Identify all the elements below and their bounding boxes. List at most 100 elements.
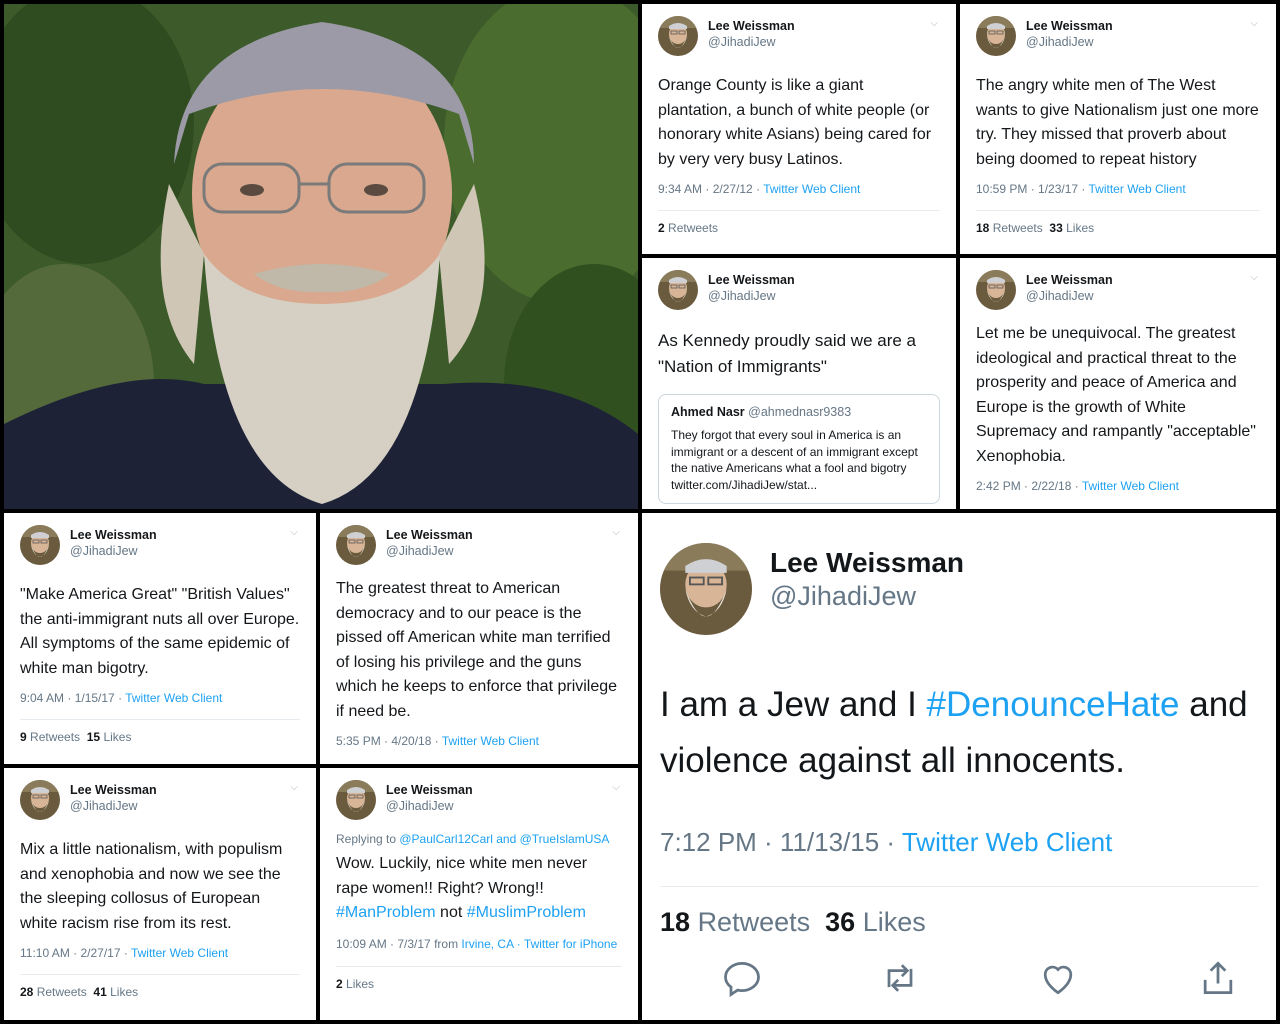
chevron-down-icon[interactable]: ⌵ (290, 782, 298, 793)
timestamp: 9:34 AM · 2/27/12 · (658, 182, 764, 196)
author-handle[interactable]: @JihadiJew (1026, 289, 1094, 303)
reply-icon[interactable] (720, 956, 764, 1000)
author-name[interactable]: Lee Weissman (708, 273, 795, 287)
retweet-label: Retweets (992, 221, 1043, 235)
timestamp: 10:59 PM · 1/23/17 · (976, 182, 1089, 196)
avatar[interactable] (336, 780, 376, 820)
reply-prefix: Replying to (336, 832, 400, 846)
author-name[interactable]: Lee Weissman (1026, 19, 1113, 33)
tweet-meta: 9:04 AM · 1/15/17 · Twitter Web Client (20, 691, 300, 705)
author-handle[interactable]: @JihadiJew (708, 289, 776, 303)
tweet-card-2[interactable]: Lee Weissman @JihadiJew ⌵ The angry whit… (960, 4, 1276, 254)
tweet-text: The angry white men of The West wants to… (976, 77, 1259, 168)
like-count: 2 (336, 976, 343, 991)
author-name[interactable]: Lee Weissman (386, 783, 473, 797)
tweet-header: Lee Weissman @JihadiJew (660, 543, 1258, 631)
retweet-icon[interactable] (878, 956, 922, 1000)
avatar[interactable] (976, 16, 1016, 56)
avatar[interactable] (336, 525, 376, 565)
avatar[interactable] (658, 270, 698, 310)
retweet-label: Retweets (697, 907, 811, 937)
quote-handle: @ahmednasr9383 (748, 405, 852, 419)
client-link[interactable]: Twitter Web Client (442, 734, 539, 748)
client-link[interactable]: Twitter Web Client (763, 182, 860, 196)
client-link[interactable]: Twitter Web Client (1082, 479, 1179, 493)
like-count: 15 (86, 730, 101, 744)
tweet-text-start: I am a Jew and I (660, 685, 927, 724)
retweet-count: 18 (976, 221, 990, 235)
tweet-card-1[interactable]: Lee Weissman @JihadiJew ⌵ Orange County … (642, 4, 956, 254)
tweet-card-6[interactable]: Lee Weissman @JihadiJew ⌵ The greatest t… (320, 513, 638, 764)
avatar[interactable] (976, 270, 1016, 310)
author-handle[interactable]: @JihadiJew (70, 544, 138, 558)
tweet-text-main: Wow. Luckily, nice white men never rape … (336, 855, 588, 897)
quoted-tweet[interactable]: Ahmed Nasr @ahmednasr9383 They forgot th… (658, 394, 940, 504)
client-link[interactable]: Twitter Web Client (125, 691, 222, 705)
tweet-text: Wow. Luckily, nice white men never rape … (336, 852, 622, 926)
author-handle[interactable]: @JihadiJew (1026, 35, 1094, 49)
author-handle[interactable]: @JihadiJew (70, 799, 138, 813)
timestamp: 10:09 AM · 7/3/17 from (336, 936, 462, 951)
tweet-text: The greatest threat to American democrac… (336, 580, 618, 720)
author-name[interactable]: Lee Weissman (1026, 273, 1113, 287)
chevron-down-icon[interactable]: ⌵ (1250, 18, 1258, 29)
tweet-text-mid: not (435, 904, 467, 921)
avatar[interactable] (658, 16, 698, 56)
location-link[interactable]: Irvine, CA (461, 937, 513, 951)
tweet-header: Lee Weissman @JihadiJew ⌵ (336, 780, 622, 824)
author-handle[interactable]: @JihadiJew (386, 544, 454, 558)
tweet-stats[interactable]: 2 Retweets (658, 211, 940, 235)
tweet-card-5[interactable]: Lee Weissman @JihadiJew ⌵ "Make America … (4, 513, 316, 764)
reply-context: Replying to @PaulCarl12Carl and @TrueIsl… (336, 832, 622, 846)
chevron-down-icon[interactable]: ⌵ (1250, 272, 1258, 283)
tweet-header: Lee Weissman @JihadiJew (658, 270, 940, 314)
author-handle[interactable]: @JihadiJew (386, 799, 454, 813)
author-handle[interactable]: @JihadiJew (770, 581, 916, 612)
author-name[interactable]: Lee Weissman (70, 528, 157, 542)
tweet-text: Mix a little nationalism, with populism … (20, 841, 283, 932)
tweet-stats[interactable]: 18 Retweets 33 Likes (976, 211, 1260, 235)
retweet-count: 9 (20, 730, 27, 744)
tweet-meta: 10:09 AM · 7/3/17 from Irvine, CA · Twit… (336, 936, 622, 952)
reply-to-links[interactable]: @PaulCarl12Carl and @TrueIslamUSA (399, 832, 609, 846)
avatar[interactable] (20, 780, 60, 820)
chevron-down-icon[interactable]: ⌵ (930, 18, 938, 29)
quote-name: Ahmed Nasr (671, 405, 745, 419)
tweet-stats[interactable]: 9 Retweets 15 Likes (20, 720, 300, 744)
hashtag-link[interactable]: #DenounceHate (927, 685, 1180, 724)
client-link[interactable]: · Twitter for iPhone (517, 937, 618, 951)
author-handle[interactable]: @JihadiJew (708, 35, 776, 49)
like-label: Likes (862, 907, 926, 937)
share-icon[interactable] (1196, 956, 1240, 1000)
tweet-stats[interactable]: 2 Likes (336, 967, 622, 991)
avatar[interactable] (20, 525, 60, 565)
chevron-down-icon[interactable]: ⌵ (612, 782, 620, 793)
tweet-card-3[interactable]: Lee Weissman @JihadiJew As Kennedy proud… (642, 258, 956, 509)
author-name[interactable]: Lee Weissman (708, 19, 795, 33)
client-link[interactable]: Twitter Web Client (902, 827, 1112, 857)
hashtag-link[interactable]: #MuslimProblem (467, 904, 586, 921)
like-label: Likes (1066, 221, 1095, 235)
like-count: 41 (93, 985, 107, 999)
like-icon[interactable] (1036, 956, 1080, 1000)
chevron-down-icon[interactable]: ⌵ (612, 527, 620, 538)
chevron-down-icon[interactable]: ⌵ (290, 527, 298, 538)
author-name[interactable]: Lee Weissman (386, 528, 473, 542)
client-link[interactable]: Twitter Web Client (1089, 182, 1186, 196)
tweet-card-large[interactable]: Lee Weissman @JihadiJew I am a Jew and I… (642, 513, 1276, 1020)
timestamp: 7:12 PM · 11/13/15 · (660, 827, 902, 857)
author-name[interactable]: Lee Weissman (70, 783, 157, 797)
tweet-card-7[interactable]: Lee Weissman @JihadiJew ⌵ Mix a little n… (4, 768, 316, 1020)
tweet-stats[interactable]: 18 Retweets 36 Likes (660, 887, 1258, 938)
avatar[interactable] (660, 543, 752, 635)
retweet-label: Retweets (668, 221, 719, 235)
client-link[interactable]: Twitter Web Client (131, 946, 228, 960)
tweet-card-4[interactable]: Lee Weissman @JihadiJew ⌵ Let me be uneq… (960, 258, 1276, 509)
tweet-text: Orange County is like a giant plantation… (658, 77, 932, 168)
author-name[interactable]: Lee Weissman (770, 547, 964, 579)
hashtag-link[interactable]: #ManProblem (336, 904, 436, 921)
tweet-card-8[interactable]: Lee Weissman @JihadiJew ⌵ Replying to @P… (320, 768, 638, 1020)
tweet-meta: 10:59 PM · 1/23/17 · Twitter Web Client (976, 182, 1260, 196)
tweet-stats[interactable]: 28 Retweets 41 Likes (20, 975, 300, 999)
timestamp: 5:35 PM · 4/20/18 · (336, 734, 442, 748)
